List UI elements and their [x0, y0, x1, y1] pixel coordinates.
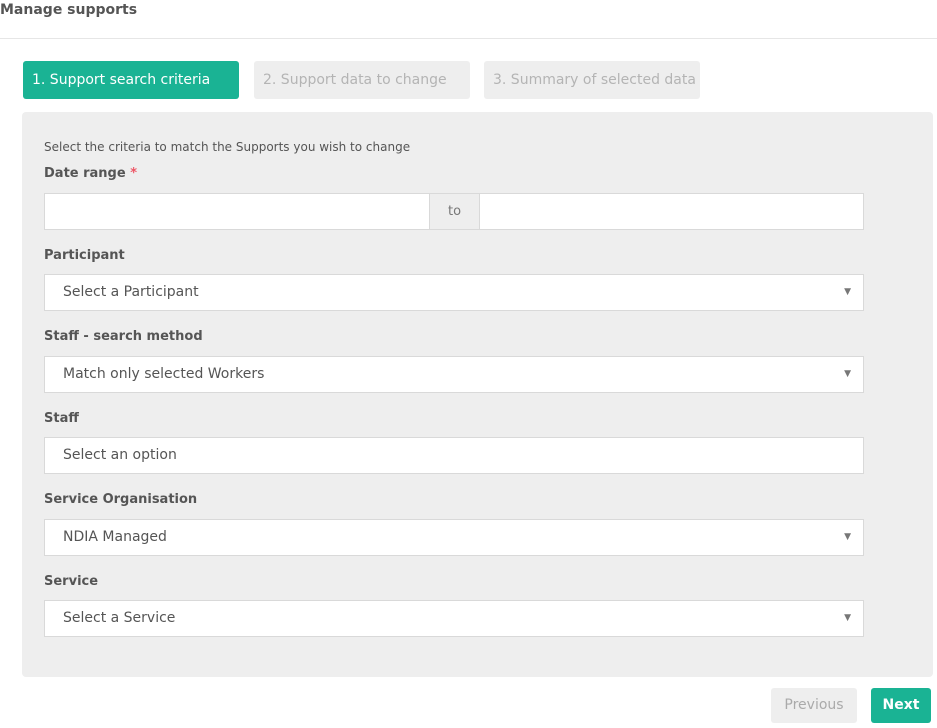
staff-search-method-value: Match only selected Workers [63, 366, 265, 382]
caret-down-icon: ▼ [844, 369, 851, 379]
step-tab-2[interactable]: 2. Support data to change [254, 61, 470, 99]
date-to-input[interactable] [479, 193, 864, 230]
service-label: Service [44, 574, 99, 589]
service-select[interactable]: Select a Service ▼ [44, 600, 864, 637]
staff-search-method-select[interactable]: Match only selected Workers ▼ [44, 356, 864, 393]
caret-down-icon: ▼ [844, 287, 851, 297]
service-select-value: Select a Service [63, 610, 176, 626]
page-title: Manage supports [0, 2, 138, 18]
participant-label: Participant [44, 248, 125, 263]
step-tab-3[interactable]: 3. Summary of selected data [484, 61, 700, 99]
instruction-text: Select the criteria to match the Support… [44, 140, 411, 154]
date-range-label: Date range * [44, 166, 137, 181]
service-organisation-select[interactable]: NDIA Managed ▼ [44, 519, 864, 556]
staff-label: Staff [44, 411, 79, 426]
date-range-label-text: Date range [44, 166, 126, 181]
required-marker: * [130, 166, 138, 181]
previous-button[interactable]: Previous [771, 688, 857, 723]
staff-multiselect-placeholder: Select an option [63, 447, 177, 463]
service-organisation-label: Service Organisation [44, 492, 198, 507]
header-divider [0, 38, 937, 39]
participant-select[interactable]: Select a Participant ▼ [44, 274, 864, 311]
staff-multiselect[interactable]: Select an option [44, 437, 864, 474]
service-organisation-value: NDIA Managed [63, 529, 167, 545]
caret-down-icon: ▼ [844, 532, 851, 542]
staff-search-method-label: Staff - search method [44, 329, 203, 344]
participant-select-value: Select a Participant [63, 284, 199, 300]
caret-down-icon: ▼ [844, 613, 851, 623]
date-range-separator: to [430, 193, 479, 230]
date-from-input[interactable] [44, 193, 430, 230]
next-button[interactable]: Next [871, 688, 931, 723]
step-tab-1[interactable]: 1. Support search criteria [23, 61, 239, 99]
